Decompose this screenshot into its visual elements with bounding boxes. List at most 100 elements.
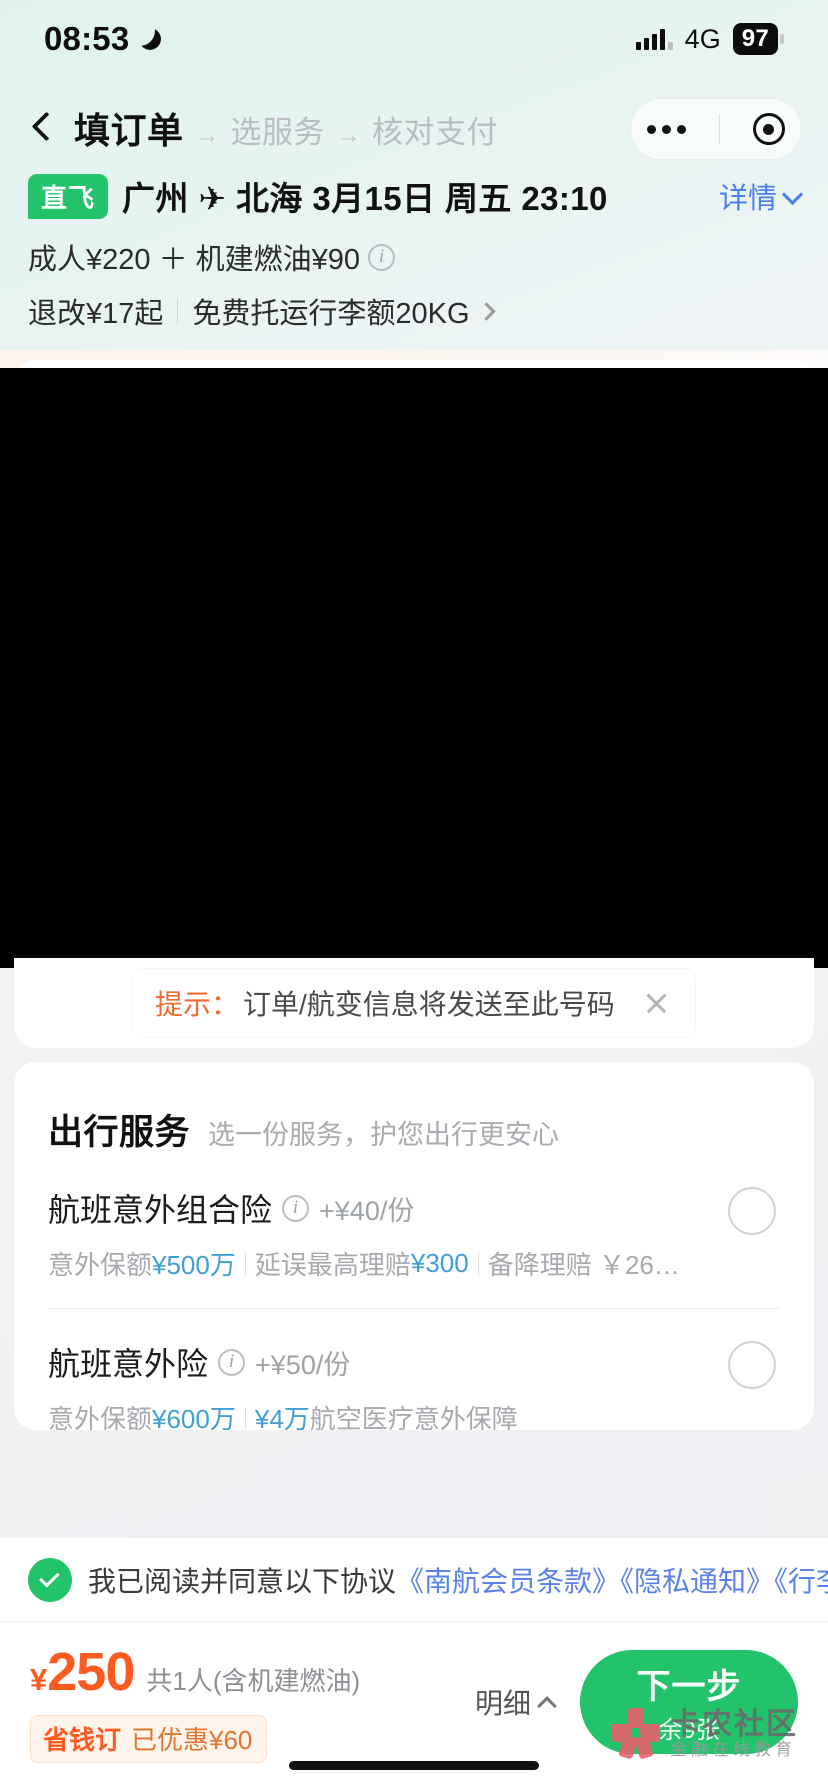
savings-tag: 省钱订	[43, 1725, 122, 1755]
currency-symbol: ¥	[30, 1662, 48, 1697]
agreement-bar: 我已阅读并同意以下协议《南航会员条款》《隐私通知》《行李…	[0, 1538, 828, 1622]
breadcrumb-step-fill-order[interactable]: 填订单	[74, 102, 184, 154]
close-icon[interactable]	[641, 988, 671, 1018]
agreement-link-baggage[interactable]: 《行李…	[774, 1566, 828, 1597]
watermark-name: 卡农社区	[670, 1708, 798, 1742]
services-subtitle: 选一份服务，护您出行更安心	[208, 1120, 560, 1150]
desc-part: 意外保额	[48, 1250, 153, 1280]
breadcrumb-step-verify-pay[interactable]: 核对支付	[372, 107, 498, 152]
tip-bar: 提示： 订单/航变信息将发送至此号码	[133, 969, 695, 1037]
agreement-text: 我已阅读并同意以下协议	[88, 1565, 397, 1597]
more-dots-icon[interactable]	[647, 124, 687, 134]
divider	[177, 298, 179, 324]
detail-toggle-group: 明细	[360, 1682, 580, 1722]
info-icon[interactable]: i	[282, 1194, 310, 1222]
direct-flight-badge: 直飞	[28, 173, 109, 219]
phone-screen: 08:53 4G 97 填订单 → 选服务 → 核对支付 直飞 广州 ✈ 北海 …	[0, 0, 828, 1792]
desc-highlight: ¥300	[410, 1248, 469, 1278]
services-title: 出行服务	[48, 1113, 191, 1152]
target-icon[interactable]	[752, 113, 785, 145]
price-detail-label: 明细	[474, 1688, 531, 1719]
radio-unchecked-icon[interactable]	[728, 1341, 776, 1389]
service-description: 意外保额 ¥600万 ¥4万 航空医疗意外保障	[48, 1399, 780, 1430]
divider	[244, 1406, 246, 1429]
service-name-row: 航班意外组合险 i +¥40/份	[48, 1185, 780, 1231]
desc-part: 航空医疗意外保障	[309, 1404, 518, 1430]
chevron-down-icon	[784, 188, 800, 204]
service-row-accident-insurance[interactable]: 航班意外险 i +¥50/份 意外保额 ¥600万 ¥4万 航空医疗意外保障	[48, 1308, 780, 1430]
radio-unchecked-icon[interactable]	[728, 1187, 776, 1235]
breadcrumb-arrow-icon: →	[194, 121, 220, 149]
tip-bar-container: 提示： 订单/航变信息将发送至此号码	[14, 958, 814, 1048]
savings-badge: 省钱订 已优惠¥60	[30, 1715, 268, 1763]
service-row-combo-insurance[interactable]: 航班意外组合险 i +¥40/份 意外保额 ¥500万 延误最高理赔 ¥300 备降理赔…	[48, 1155, 780, 1282]
breadcrumb-step-choose-service[interactable]: 选服务	[231, 107, 326, 152]
service-price: +¥50/份	[255, 1349, 351, 1380]
tip-label: 提示：	[155, 989, 240, 1020]
network-type: 4G	[684, 23, 721, 54]
signal-bars-icon	[635, 28, 673, 50]
next-step-label: 下一步	[636, 1668, 742, 1706]
battery-nub-icon	[780, 34, 784, 44]
agreement-link-privacy[interactable]: 《隐私通知》	[620, 1566, 774, 1597]
chevron-right-icon	[476, 301, 496, 321]
price-amount: 250	[47, 1642, 135, 1702]
breadcrumb-arrow-icon: →	[336, 121, 362, 149]
price-detail-toggle[interactable]: 明细	[474, 1682, 557, 1722]
chevron-up-icon	[537, 1696, 557, 1716]
refund-policy-text: 退改¥17起	[28, 298, 164, 330]
price-group: ¥250 共1人(含机建燃油) 省钱订 已优惠¥60	[30, 1641, 360, 1763]
status-time: 08:53	[44, 20, 130, 57]
check-circle-icon[interactable]	[28, 1557, 72, 1602]
price-note: 共1人(含机建燃油)	[146, 1666, 361, 1696]
watermark-text: 卡农社区 金融在线教育	[670, 1709, 798, 1758]
service-name: 航班意外险	[48, 1346, 209, 1382]
battery-indicator: 97	[732, 22, 784, 56]
home-indicator	[289, 1761, 539, 1770]
total-price: ¥250	[30, 1641, 135, 1703]
desc-highlight: ¥4万	[254, 1404, 310, 1430]
breadcrumb: 填订单 → 选服务 → 核对支付	[74, 102, 498, 154]
desc-part: 意外保额	[48, 1404, 153, 1430]
savings-text: 已优惠¥60	[131, 1725, 253, 1755]
desc-part: 备降理赔 ￥26…	[487, 1250, 680, 1280]
services-header: 出行服务 选一份服务，护您出行更安心	[48, 1062, 780, 1155]
price-line: ¥250 共1人(含机建燃油)	[30, 1641, 360, 1703]
capsule-divider	[718, 114, 720, 144]
kanong-logo-icon	[612, 1708, 660, 1760]
fare-breakdown-text: 成人¥220 ＋ 机建燃油¥90	[28, 244, 361, 276]
agreement-text-group: 我已阅读并同意以下协议《南航会员条款》《隐私通知》《行李…	[88, 1560, 828, 1600]
flight-route-group: 直飞 广州 ✈ 北海 3月15日 周五 23:10	[28, 172, 608, 220]
service-name: 航班意外组合险	[48, 1192, 273, 1228]
desc-highlight: ¥600万	[152, 1404, 236, 1430]
divider	[244, 1252, 246, 1275]
agreement-link-member-terms[interactable]: 《南航会员条款》	[396, 1566, 620, 1597]
flight-header-row: 直飞 广州 ✈ 北海 3月15日 周五 23:10 详情	[28, 172, 800, 220]
service-description: 意外保额 ¥500万 延误最高理赔 ¥300 备降理赔 ￥26…	[48, 1245, 780, 1282]
status-bar-right: 4G 97	[635, 22, 784, 56]
redacted-region	[0, 368, 828, 968]
back-chevron-icon[interactable]	[26, 111, 60, 145]
battery-level: 97	[732, 22, 778, 56]
service-price: +¥40/份	[319, 1195, 415, 1226]
refund-baggage-line[interactable]: 退改¥17起 免费托运行李额20KG	[28, 290, 800, 332]
divider	[477, 1252, 479, 1275]
status-bar: 08:53 4G 97	[0, 0, 828, 78]
status-bar-left: 08:53	[44, 20, 161, 58]
info-icon[interactable]: i	[368, 243, 396, 271]
service-name-row: 航班意外险 i +¥50/份	[48, 1339, 780, 1385]
desc-highlight: ¥500万	[152, 1250, 236, 1280]
watermark-subtitle: 金融在线教育	[670, 1739, 796, 1759]
tip-text: 订单/航变信息将发送至此号码	[243, 989, 615, 1020]
desc-part: 延误最高理赔	[254, 1250, 411, 1280]
flight-detail-link[interactable]: 详情	[719, 175, 800, 217]
flight-route-text: 广州 ✈ 北海 3月15日 周五 23:10	[122, 180, 608, 217]
travel-services-card: 出行服务 选一份服务，护您出行更安心 航班意外组合险 i +¥40/份 意外保额…	[14, 1062, 814, 1430]
watermark: 卡农社区 金融在线教育	[612, 1708, 798, 1760]
info-icon[interactable]: i	[218, 1348, 246, 1376]
moon-icon	[139, 28, 161, 50]
miniprogram-capsule[interactable]	[630, 98, 802, 160]
baggage-allowance-text: 免费托运行李额20KG	[192, 298, 470, 330]
nav-bar: 填订单 → 选服务 → 核对支付	[0, 86, 828, 170]
flight-detail-label: 详情	[718, 183, 777, 215]
